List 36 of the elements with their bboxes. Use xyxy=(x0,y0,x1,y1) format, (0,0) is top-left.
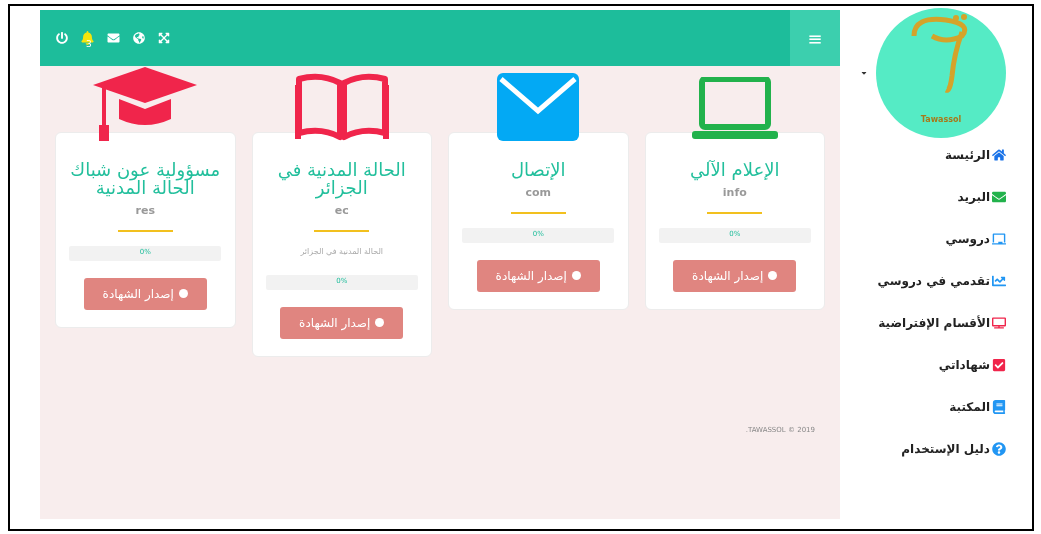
power-icon[interactable] xyxy=(56,32,68,44)
card-code: info xyxy=(722,185,747,201)
envelope-icon[interactable] xyxy=(107,32,120,44)
card-title: مسؤولية عون شباك الحالة المدنية xyxy=(69,161,222,197)
fullscreen-icon[interactable] xyxy=(158,32,170,44)
sidebar-item[interactable]: دليل الإستخدام xyxy=(901,439,1006,459)
sidebar-item[interactable]: البريد xyxy=(957,187,1006,207)
book-icon xyxy=(992,400,1006,414)
laptop-icon xyxy=(689,77,780,141)
book-icon xyxy=(294,71,389,141)
card-title: الإتصال xyxy=(510,161,567,179)
bell-icon[interactable] xyxy=(81,31,94,45)
sidebar-item[interactable]: شهاداتي xyxy=(938,355,1006,375)
card-code: res xyxy=(135,203,155,219)
sidebar-item[interactable]: المكتبة xyxy=(949,397,1006,417)
checkbox-icon xyxy=(992,358,1006,372)
sidebar-item[interactable]: دروسي xyxy=(945,229,1006,249)
envelope-icon xyxy=(992,190,1006,204)
globe-icon[interactable] xyxy=(133,32,145,44)
card-code: com xyxy=(525,185,552,201)
sidebar-item[interactable]: الرئيسة xyxy=(945,145,1006,165)
sidebar-item[interactable]: تقدمي في دروسي xyxy=(877,271,1006,291)
graduation-cap-icon xyxy=(93,67,198,141)
card-title: الإعلام الآلي xyxy=(689,161,781,179)
logo-text: Tawassol xyxy=(920,114,962,126)
trend-line-icon xyxy=(992,274,1006,288)
caret-icon[interactable] xyxy=(860,69,868,77)
sidebar-item[interactable]: الأقسام الإفتراضية xyxy=(878,313,1006,333)
notification-count: 3 xyxy=(86,40,92,49)
home-icon xyxy=(992,148,1006,162)
card-code: ec xyxy=(334,203,349,219)
board-icon xyxy=(992,232,1006,246)
help-icon xyxy=(992,442,1006,456)
card-title: الحالة المدنية في الجزائر xyxy=(276,161,407,197)
tv-icon xyxy=(992,316,1006,330)
card-description: الحالة المدنية في الجزائر xyxy=(300,245,384,258)
